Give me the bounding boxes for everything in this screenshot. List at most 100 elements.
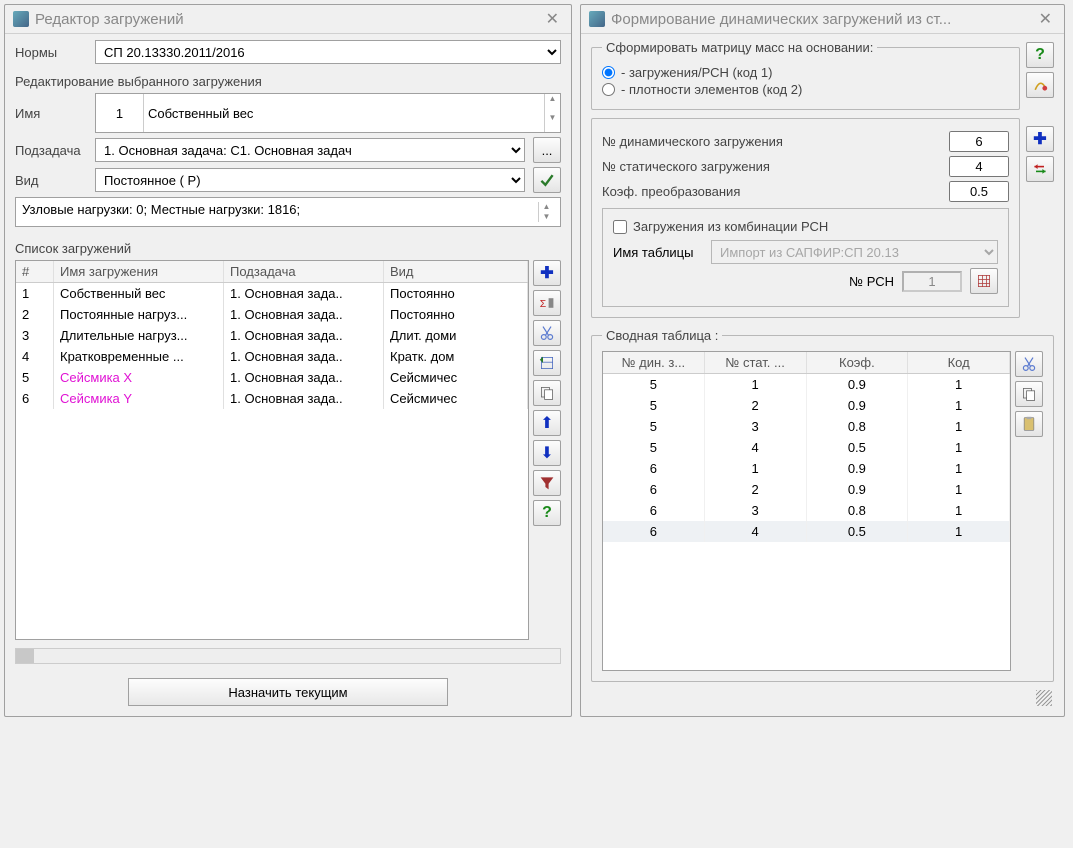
radio-code1[interactable] <box>602 66 615 79</box>
cell-coef: 0.8 <box>807 500 909 521</box>
resize-grip-icon[interactable] <box>1036 690 1052 706</box>
rsn-combo-checkbox-row[interactable]: Загружения из комбинации РСН <box>613 219 998 234</box>
swap-button[interactable] <box>1026 156 1054 182</box>
horizontal-scrollbar[interactable] <box>15 648 561 664</box>
name-field: ▲▼ <box>95 93 561 133</box>
rsn-combo-checkbox[interactable] <box>613 220 627 234</box>
cell-dyn: 5 <box>603 374 705 395</box>
dyn-number-input[interactable] <box>949 131 1009 152</box>
app-icon <box>589 11 605 27</box>
table-row[interactable]: 2 Постоянные нагруз... 1. Основная зада.… <box>16 304 528 325</box>
list-title: Список загружений <box>15 241 561 256</box>
col-stat[interactable]: № стат. ... <box>705 352 807 373</box>
rsn-combo-box: Загружения из комбинации РСН Имя таблицы… <box>602 208 1009 307</box>
cell-num: 3 <box>16 325 54 346</box>
col-coef[interactable]: Коэф. <box>807 352 909 373</box>
sum-button[interactable]: Σ <box>533 290 561 316</box>
cut-button[interactable] <box>533 320 561 346</box>
table-row[interactable]: 5 Сейсмика X 1. Основная зада.. Сейсмиче… <box>16 367 528 388</box>
col-dyn[interactable]: № дин. з... <box>603 352 705 373</box>
filter-button[interactable] <box>533 470 561 496</box>
summary-row[interactable]: 5 1 0.9 1 <box>603 374 1010 395</box>
name-text-input[interactable] <box>144 94 544 132</box>
name-spinner[interactable]: ▲▼ <box>544 94 560 132</box>
summary-row[interactable]: 6 2 0.9 1 <box>603 479 1010 500</box>
summary-legend: Сводная таблица : <box>602 328 722 343</box>
summary-spinner[interactable]: ▲▼ <box>538 202 554 222</box>
cell-subtask: 1. Основная зада.. <box>224 367 384 388</box>
name-index-input[interactable] <box>96 94 144 132</box>
edit-section-label: Редактирование выбранного загружения <box>15 74 561 89</box>
stat-number-input[interactable] <box>949 156 1009 177</box>
radio-load-rsn[interactable]: - загружения/РСН (код 1) <box>602 65 1009 80</box>
add-row-button[interactable]: ✚ <box>1026 126 1054 152</box>
window-title: Редактор загружений <box>35 11 542 28</box>
summary-row[interactable]: 6 4 0.5 1 <box>603 521 1010 542</box>
col-code[interactable]: Код <box>908 352 1010 373</box>
close-icon[interactable]: ✕ <box>1035 9 1056 29</box>
cell-coef: 0.5 <box>807 521 909 542</box>
table-row[interactable]: 6 Сейсмика Y 1. Основная зада.. Сейсмиче… <box>16 388 528 409</box>
summary-row[interactable]: 5 2 0.9 1 <box>603 395 1010 416</box>
stat-label: № статического загружения <box>602 159 941 174</box>
name-label: Имя <box>15 106 87 121</box>
cell-stat: 4 <box>705 437 807 458</box>
cell-dyn: 6 <box>603 479 705 500</box>
summary-paste-button[interactable] <box>1015 411 1043 437</box>
loads-summary: Узловые нагрузки: 0; Местные нагрузки: 1… <box>15 197 561 227</box>
help-button[interactable]: ? <box>1026 42 1054 68</box>
cell-stat: 4 <box>705 521 807 542</box>
coef-input[interactable] <box>949 181 1009 202</box>
table-settings-button[interactable] <box>533 350 561 376</box>
summary-row[interactable]: 6 3 0.8 1 <box>603 500 1010 521</box>
close-icon[interactable]: ✕ <box>542 9 563 29</box>
col-subtask[interactable]: Подзадача <box>224 261 384 282</box>
summary-row[interactable]: 6 1 0.9 1 <box>603 458 1010 479</box>
subtask-more-button[interactable]: ... <box>533 137 561 163</box>
cell-dyn: 5 <box>603 416 705 437</box>
help-button[interactable]: ? <box>533 500 561 526</box>
subtask-label: Подзадача <box>15 143 87 158</box>
tbl-name-select: Импорт из САПФИР:СП 20.13 <box>711 240 998 264</box>
summary-row[interactable]: 5 3 0.8 1 <box>603 416 1010 437</box>
cell-dyn: 5 <box>603 395 705 416</box>
titlebar: Редактор загружений ✕ <box>5 5 571 34</box>
wizard-button[interactable] <box>1026 72 1054 98</box>
cell-num: 5 <box>16 367 54 388</box>
move-up-button[interactable]: ⬆ <box>533 410 561 436</box>
coef-label: Коэф. преобразования <box>602 184 941 199</box>
cell-subtask: 1. Основная зада.. <box>224 346 384 367</box>
cell-code: 1 <box>908 458 1010 479</box>
summary-copy-button[interactable] <box>1015 381 1043 407</box>
cell-name: Постоянные нагруз... <box>54 304 224 325</box>
col-num[interactable]: # <box>16 261 54 282</box>
assign-current-button[interactable]: Назначить текущим <box>128 678 448 706</box>
table-row[interactable]: 4 Кратковременные ... 1. Основная зада..… <box>16 346 528 367</box>
cell-code: 1 <box>908 437 1010 458</box>
cell-code: 1 <box>908 374 1010 395</box>
summary-cut-button[interactable] <box>1015 351 1043 377</box>
add-button[interactable]: ✚ <box>533 260 561 286</box>
copy-button[interactable] <box>533 380 561 406</box>
summary-toolbar <box>1015 351 1043 671</box>
subtask-select[interactable]: 1. Основная задача: С1. Основная задач <box>95 138 525 162</box>
table-row[interactable]: 1 Собственный вес 1. Основная зада.. Пос… <box>16 283 528 304</box>
radio-density[interactable]: - плотности элементов (код 2) <box>602 82 1009 97</box>
move-down-button[interactable]: ⬇ <box>533 440 561 466</box>
loads-table: # Имя загружения Подзадача Вид 1 Собстве… <box>15 260 529 640</box>
kind-select[interactable]: Постоянное ( Р) <box>95 168 525 192</box>
matrix-basis-group: Сформировать матрицу масс на основании: … <box>591 40 1020 110</box>
cell-code: 1 <box>908 521 1010 542</box>
summary-row[interactable]: 5 4 0.5 1 <box>603 437 1010 458</box>
cell-kind: Кратк. дом <box>384 346 528 367</box>
cell-num: 2 <box>16 304 54 325</box>
rsn-table-button[interactable] <box>970 268 998 294</box>
cell-subtask: 1. Основная зада.. <box>224 304 384 325</box>
col-kind[interactable]: Вид <box>384 261 528 282</box>
norms-select[interactable]: СП 20.13330.2011/2016 <box>95 40 561 64</box>
radio-code2[interactable] <box>602 83 615 96</box>
cell-coef: 0.9 <box>807 479 909 500</box>
col-name[interactable]: Имя загружения <box>54 261 224 282</box>
table-row[interactable]: 3 Длительные нагруз... 1. Основная зада.… <box>16 325 528 346</box>
apply-button[interactable] <box>533 167 561 193</box>
